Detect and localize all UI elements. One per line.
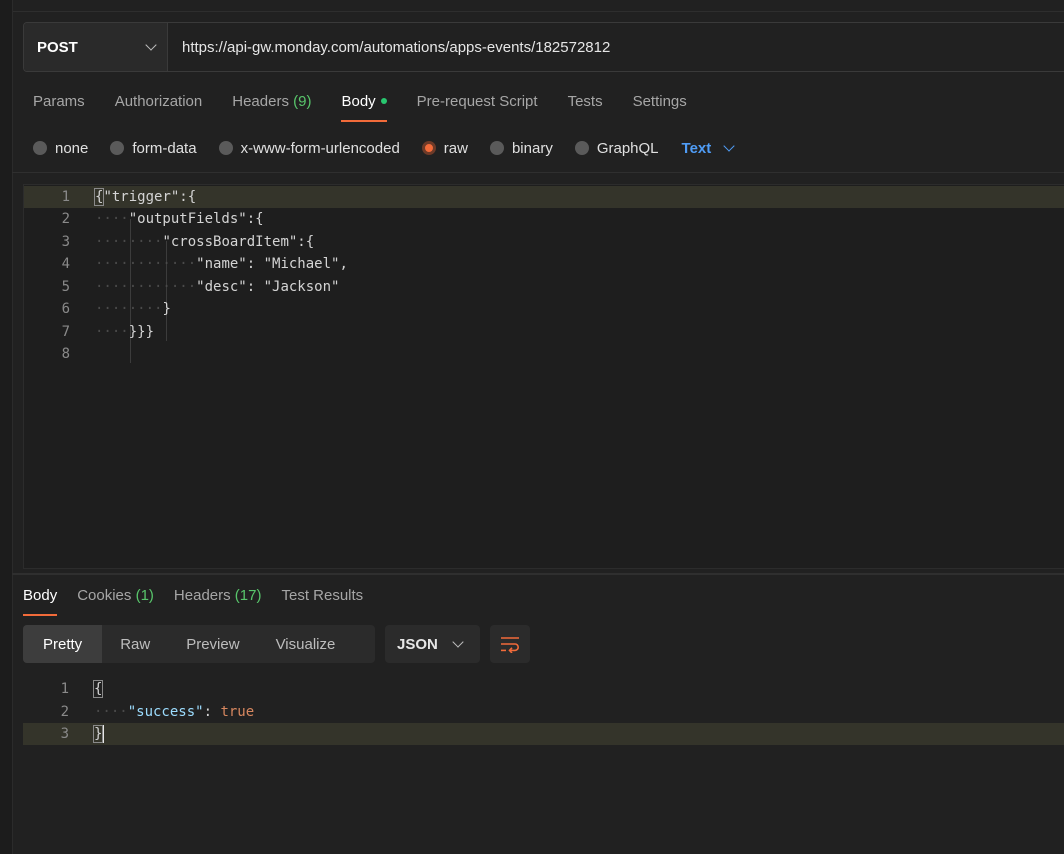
chevron-down-icon <box>723 140 735 152</box>
divider <box>12 172 1064 173</box>
code-line: 5 ············"desc": "Jackson" <box>61 279 340 295</box>
radio-circle-icon <box>33 141 47 155</box>
text-cursor <box>102 725 105 743</box>
request-tabs: Params Authorization Headers (9) Body Pr… <box>33 92 717 124</box>
radio-graphql[interactable]: GraphQL <box>574 140 659 157</box>
body-modified-dot-icon <box>380 98 387 105</box>
radio-circle-icon <box>574 141 589 155</box>
url-input[interactable]: https://api-gw.monday.com/automations/ap… <box>168 23 1064 71</box>
radio-circle-icon <box>110 141 125 155</box>
code-line: 1 { <box>60 680 104 698</box>
raw-format-select[interactable]: Text <box>682 140 735 157</box>
view-visualize-button[interactable]: Visualize <box>258 625 354 663</box>
response-tabs: Body Cookies (1) Headers (17) Test Resul… <box>23 586 383 616</box>
view-preview-button[interactable]: Preview <box>168 625 257 663</box>
radio-circle-icon <box>218 141 233 155</box>
tab-params[interactable]: Params <box>33 92 85 122</box>
tab-body[interactable]: Body <box>341 92 387 122</box>
code-line: 3 } <box>23 723 1064 745</box>
radio-none[interactable]: none <box>33 140 88 157</box>
chevron-down-icon <box>145 39 157 51</box>
tab-settings[interactable]: Settings <box>633 92 687 122</box>
chevron-down-icon <box>452 636 464 648</box>
tab-cookies[interactable]: Cookies (1) <box>77 586 154 616</box>
tab-response-body[interactable]: Body <box>23 586 58 616</box>
tab-test-results[interactable]: Test Results <box>281 586 363 616</box>
code-line: 2 ····"outputFields":{ <box>61 211 264 227</box>
radio-raw[interactable]: raw <box>421 140 468 157</box>
code-line: 1 {"trigger":{ <box>24 186 1064 208</box>
tab-response-headers[interactable]: Headers (17) <box>174 586 262 616</box>
view-pretty-button[interactable]: Pretty <box>23 625 103 663</box>
method-label: POST <box>37 38 78 56</box>
request-body-editor[interactable]: 1 {"trigger":{ 2 ····"outputFields":{ 3 … <box>23 184 1064 569</box>
tab-tests[interactable]: Tests <box>568 92 603 122</box>
code-line: 2 ····"success": true <box>60 704 255 720</box>
body-type-options: none form-data x-www-form-urlencoded raw… <box>33 137 735 159</box>
code-line: 7 ····}}} <box>61 324 155 340</box>
code-line: 8 <box>61 346 70 362</box>
code-text: "trigger":{ <box>103 189 197 205</box>
method-select[interactable]: POST <box>24 23 168 71</box>
wrap-lines-icon <box>501 637 519 653</box>
radio-binary[interactable]: binary <box>489 140 553 157</box>
code-line: 4 ············"name": "Michael", <box>61 256 348 272</box>
response-body-viewer[interactable]: 1 { 2 ····"success": true 3 } <box>23 678 1064 758</box>
pane-resizer[interactable] <box>12 573 1064 575</box>
headers-count: (9) <box>293 93 312 110</box>
radio-urlencoded[interactable]: x-www-form-urlencoded <box>218 140 400 157</box>
url-bar: POST https://api-gw.monday.com/automatio… <box>23 22 1064 72</box>
left-sidebar-strip <box>0 0 13 854</box>
tab-authorization[interactable]: Authorization <box>115 92 203 122</box>
wrap-lines-button[interactable] <box>490 625 530 663</box>
radio-circle-icon <box>489 141 504 155</box>
code-line: 6 ········} <box>61 301 171 317</box>
radio-checked-icon <box>421 141 436 155</box>
view-raw-button[interactable]: Raw <box>102 625 168 663</box>
top-strip <box>0 0 1064 12</box>
tab-pre-request-script[interactable]: Pre-request Script <box>417 92 538 122</box>
response-language-select[interactable]: JSON <box>385 625 480 663</box>
response-view-modes: Pretty Raw Preview Visualize <box>23 625 375 663</box>
json-key: "success" <box>127 704 204 720</box>
radio-form-data[interactable]: form-data <box>110 140 197 157</box>
tab-headers[interactable]: Headers (9) <box>232 92 311 122</box>
code-line: 3 ········"crossBoardItem":{ <box>61 234 315 250</box>
json-value: true <box>220 704 255 720</box>
